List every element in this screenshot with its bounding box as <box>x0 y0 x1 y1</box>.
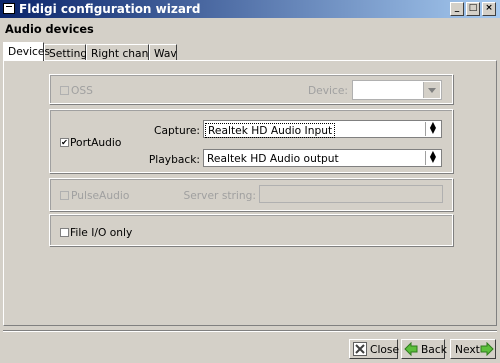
oss-group: OSS Device: <box>49 74 453 104</box>
oss-device-select[interactable] <box>352 80 442 100</box>
pulseaudio-checkbox[interactable] <box>60 191 69 200</box>
playback-select[interactable]: Realtek HD Audio output ▲ ▼ <box>203 149 442 167</box>
window-title: Fldigi configuration wizard <box>19 2 201 16</box>
close-icon <box>353 342 367 356</box>
checkmark-icon: ✔ <box>61 138 68 147</box>
app-window-icon <box>3 3 15 14</box>
back-button-label: Back <box>421 343 447 356</box>
back-button[interactable]: Back <box>401 339 447 359</box>
maximize-button[interactable]: □ <box>466 2 480 16</box>
server-string-label: Server string: <box>183 189 256 202</box>
close-button[interactable]: Close <box>349 339 400 359</box>
tab-devices[interactable]: Devices <box>3 42 50 61</box>
playback-value: Realtek HD Audio output <box>207 152 339 165</box>
capture-label: Capture: <box>154 124 200 137</box>
title-bar: Fldigi configuration wizard _ □ × <box>0 0 500 18</box>
page-title: Audio devices <box>5 22 94 36</box>
close-window-button[interactable]: × <box>482 2 496 16</box>
tab-wav[interactable]: Wav <box>149 44 177 60</box>
chevron-down-icon <box>423 82 440 98</box>
divider <box>3 330 497 332</box>
pulseaudio-group: PulseAudio Server string: <box>49 178 453 211</box>
arrow-left-icon <box>404 342 418 356</box>
close-button-label: Close <box>370 343 400 356</box>
updown-arrow-icon: ▲ ▼ <box>425 121 440 136</box>
pulseaudio-label: PulseAudio <box>71 189 130 202</box>
tab-settings[interactable]: Settings <box>44 44 93 60</box>
arrow-right-icon <box>480 342 494 356</box>
minimize-button[interactable]: _ <box>450 2 464 16</box>
oss-checkbox[interactable] <box>60 86 69 95</box>
tab-right-channel[interactable]: Right channel <box>86 44 165 60</box>
fileio-label: File I/O only <box>70 226 133 239</box>
portaudio-checkbox[interactable]: ✔ <box>60 138 69 147</box>
capture-value: Realtek HD Audio Input <box>205 123 336 138</box>
capture-select[interactable]: Realtek HD Audio Input ▲ ▼ <box>203 120 442 138</box>
updown-arrow-icon: ▲ ▼ <box>425 150 440 165</box>
oss-device-label: Device: <box>307 84 348 97</box>
server-string-input[interactable] <box>259 185 443 203</box>
portaudio-group: ✔ PortAudio Capture: Realtek HD Audio In… <box>49 109 453 173</box>
portaudio-label: PortAudio <box>70 136 122 149</box>
oss-label: OSS <box>71 84 93 97</box>
playback-label: Playback: <box>148 153 200 166</box>
fileio-checkbox[interactable] <box>60 228 69 237</box>
next-button-label: Next <box>455 343 480 356</box>
next-button[interactable]: Next <box>450 339 496 359</box>
fileio-group: File I/O only <box>49 214 453 246</box>
